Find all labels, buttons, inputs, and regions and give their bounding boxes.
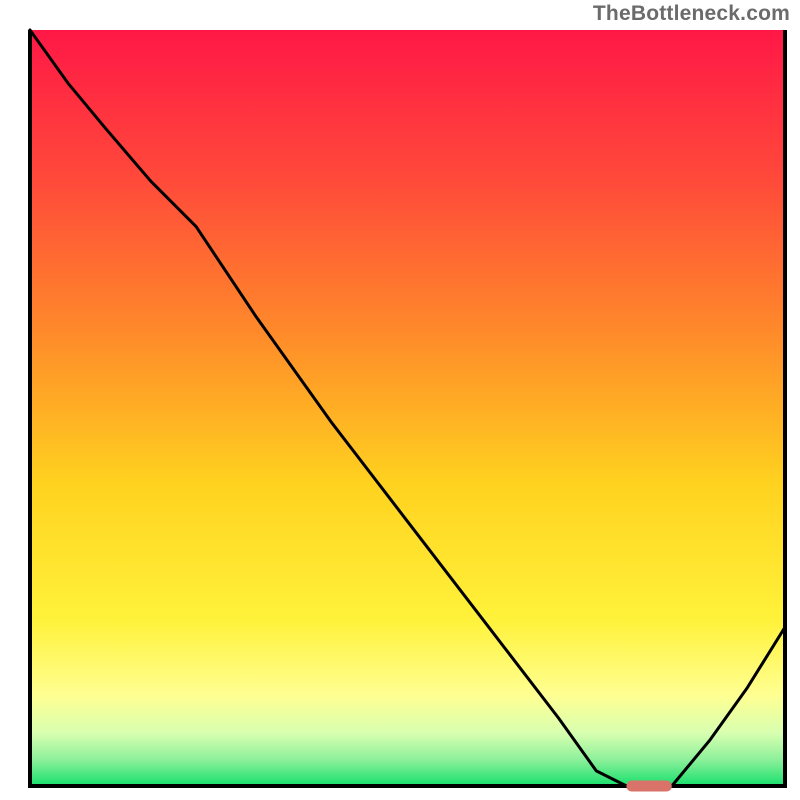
chart-stage: TheBottleneck.com bbox=[0, 0, 800, 800]
optimal-range-marker bbox=[626, 781, 671, 792]
bottleneck-chart bbox=[0, 0, 800, 800]
plot-background bbox=[30, 30, 785, 786]
